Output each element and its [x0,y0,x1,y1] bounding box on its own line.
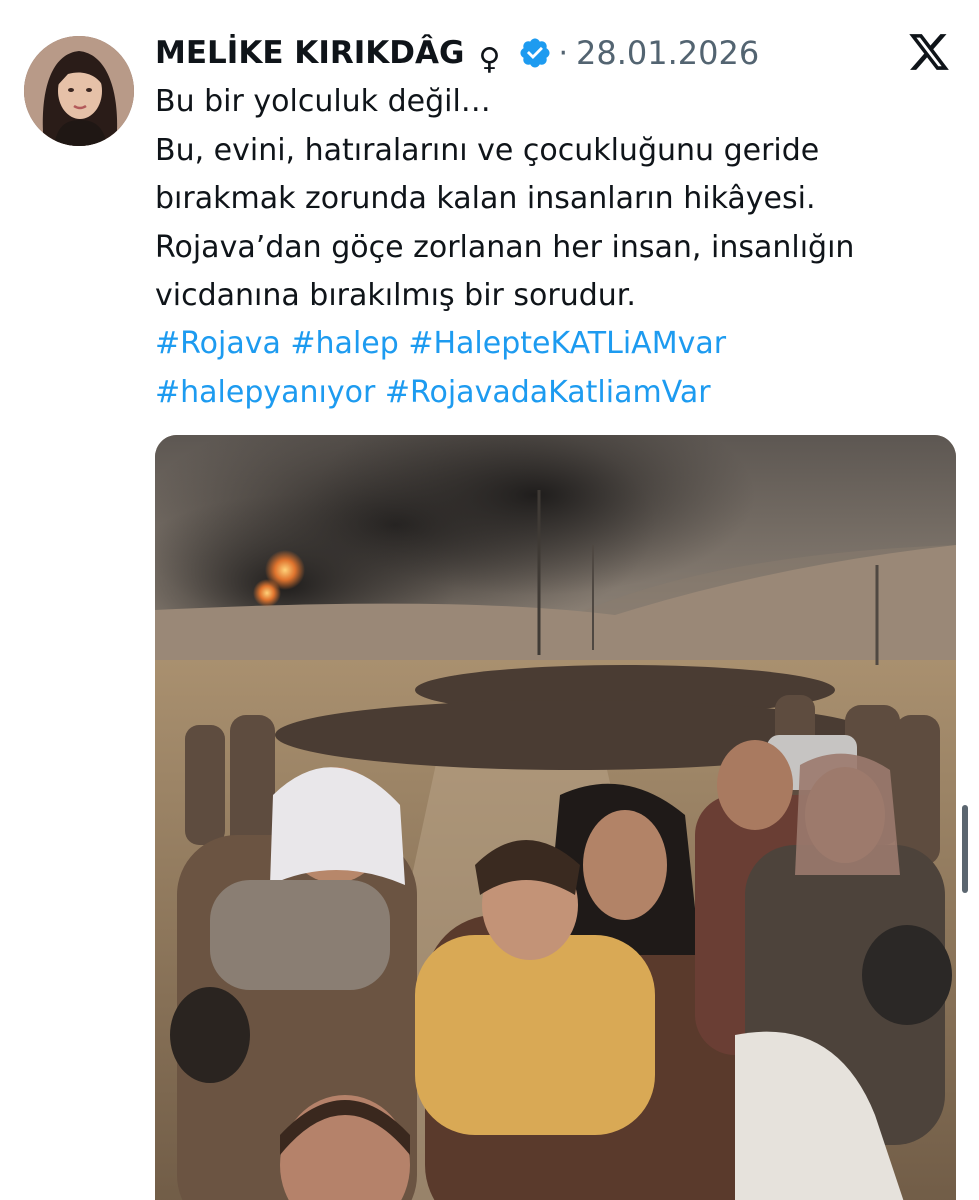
tweet-line: vicdanına bırakılmış bir sorudur. [155,278,636,313]
hashtag-block: #Rojava #halep #HalepteKATLiAMvar #halep… [155,320,955,417]
avatar-portrait-icon [24,36,134,146]
female-symbol-icon: ♀ [478,41,501,77]
hashtag-link[interactable]: #halepyanıyor [155,375,375,410]
verified-badge-icon [518,36,552,70]
tweet-screenshot: MELİKE KIRIKDÂG ♀ · 28.01.2026 Bu bir yo… [0,0,979,1200]
scrollbar-thumb[interactable] [962,805,968,893]
author-display-name[interactable]: MELİKE KIRIKDÂG [155,35,464,71]
refugees-walking-photo [155,435,956,1200]
hashtag-link[interactable]: #halep [290,326,398,361]
date-separator: · [558,35,568,71]
tweet-header: MELİKE KIRIKDÂG ♀ · 28.01.2026 [155,28,759,78]
x-logo-icon[interactable] [907,30,951,74]
tweet-body: Bu bir yolculuk değil… Bu, evini, hatıra… [155,78,955,321]
tweet-line: Bu bir yolculuk değil… [155,84,491,119]
avatar[interactable] [24,36,134,146]
tweet-line: bırakmak zorunda kalan insanların hikâye… [155,181,816,216]
tweet-line: Bu, evini, hatıralarını ve çocukluğunu g… [155,132,820,168]
hashtag-link[interactable]: #Rojava [155,326,281,361]
tweet-line: Rojava’dan göçe zorlanan her insan, insa… [155,229,855,265]
tweet-media-image[interactable] [155,435,956,1200]
post-date[interactable]: 28.01.2026 [576,34,759,72]
hashtag-link[interactable]: #HalepteKATLiAMvar [408,326,726,361]
hashtag-link[interactable]: #RojavadaKatliamVar [385,375,711,410]
